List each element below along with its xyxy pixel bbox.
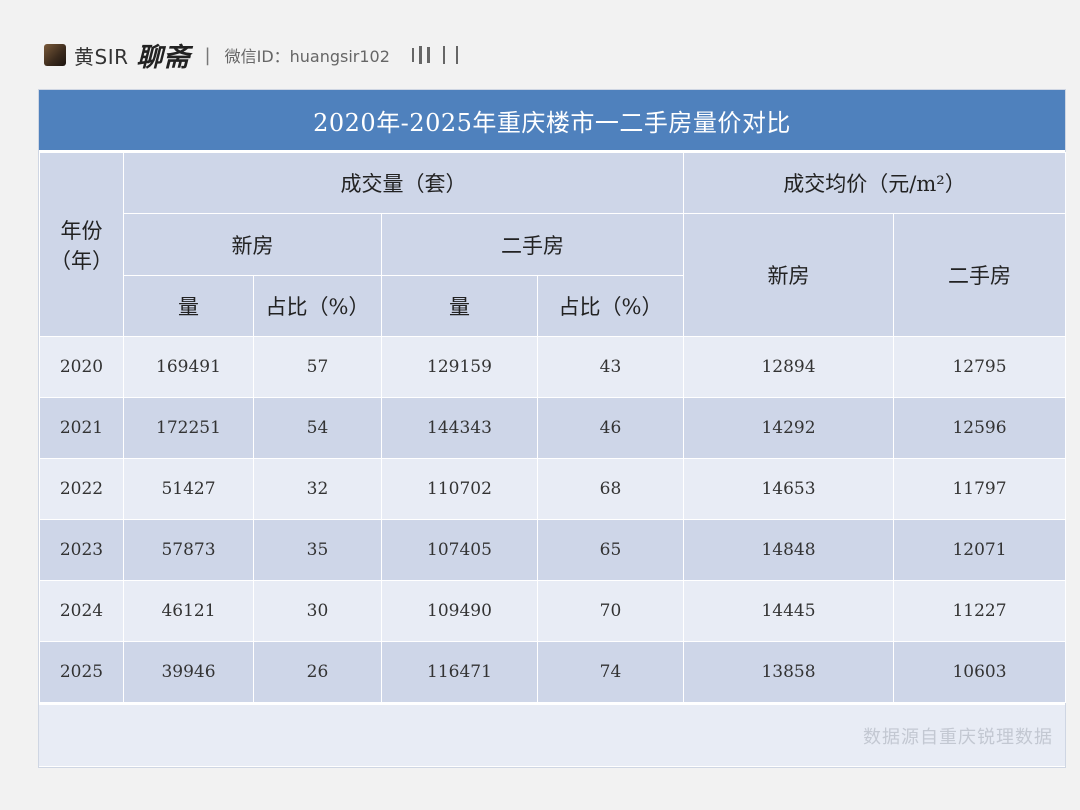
second-price-cell: 11227	[893, 580, 1066, 642]
second-qty-cell: 144343	[381, 397, 538, 459]
price-new-header: 新房	[683, 213, 894, 337]
data-source-note: 数据源自重庆锐理数据	[863, 727, 1053, 748]
price-second-header: 二手房	[893, 213, 1066, 337]
second-share-cell: 65	[537, 519, 684, 581]
new-qty-cell: 39946	[123, 641, 254, 703]
new-qty-cell: 57873	[123, 519, 254, 581]
new-qty-header: 量	[123, 275, 254, 337]
new-price-cell: 14292	[683, 397, 894, 459]
second-qty-cell: 110702	[381, 458, 538, 520]
brand-logo-text: 聊斋	[136, 42, 191, 73]
second-price-cell: 12071	[893, 519, 1066, 581]
new-share-cell: 35	[253, 519, 382, 581]
new-price-cell: 12894	[683, 336, 894, 398]
new-share-cell: 26	[253, 641, 382, 703]
table-row: 2023 57873 35 107405 65 14848 12071	[39, 519, 1066, 581]
brand-name: 黄SIR	[74, 44, 129, 69]
table-row: 2022 51427 32 110702 68 14653 11797	[39, 458, 1066, 520]
table-footer: 数据源自重庆锐理数据	[39, 705, 1065, 766]
year-cell: 2024	[39, 580, 124, 642]
year-cell: 2023	[39, 519, 124, 581]
header-bar: 黄SIR 聊斋 | 微信ID：huangsir102	[44, 38, 458, 73]
second-share-cell: 74	[537, 641, 684, 703]
separator: |	[204, 44, 211, 66]
table-row: 2024 46121 30 109490 70 14445 11227	[39, 580, 1066, 642]
new-price-cell: 14445	[683, 580, 894, 642]
second-qty-cell: 129159	[381, 336, 538, 398]
second-price-cell: 10603	[893, 641, 1066, 703]
table-row: 2021 172251 54 144343 46 14292 12596	[39, 397, 1066, 459]
new-price-cell: 13858	[683, 641, 894, 703]
second-qty-cell: 116471	[381, 641, 538, 703]
new-share-cell: 54	[253, 397, 382, 459]
year-header: 年份 （年）	[39, 152, 124, 337]
avatar	[44, 44, 66, 66]
new-share-cell: 57	[253, 336, 382, 398]
new-qty-cell: 51427	[123, 458, 254, 520]
new-qty-cell: 172251	[123, 397, 254, 459]
new-share-cell: 32	[253, 458, 382, 520]
new-share-header: 占比（%）	[253, 275, 382, 337]
new-price-cell: 14848	[683, 519, 894, 581]
second-price-cell: 11797	[893, 458, 1066, 520]
second-share-header: 占比（%）	[537, 275, 684, 337]
barcode-icon	[411, 46, 458, 64]
year-cell: 2020	[39, 336, 124, 398]
second-share-cell: 46	[537, 397, 684, 459]
price-header: 成交均价（元/m²）	[683, 152, 1066, 214]
volume-new-header: 新房	[123, 213, 382, 276]
year-cell: 2022	[39, 458, 124, 520]
second-price-cell: 12795	[893, 336, 1066, 398]
new-qty-cell: 46121	[123, 580, 254, 642]
second-share-cell: 68	[537, 458, 684, 520]
volume-second-header: 二手房	[381, 213, 684, 276]
second-qty-header: 量	[381, 275, 538, 337]
year-cell: 2021	[39, 397, 124, 459]
new-share-cell: 30	[253, 580, 382, 642]
table-row: 2025 39946 26 116471 74 13858 10603	[39, 641, 1066, 703]
wechat-id: 微信ID：huangsir102	[224, 47, 390, 66]
second-share-cell: 43	[537, 336, 684, 398]
table-row: 2020 169491 57 129159 43 12894 12795	[39, 336, 1066, 398]
table-panel: 2020年-2025年重庆楼市一二手房量价对比 年份 （年） 成交量（套） 成交…	[38, 89, 1066, 768]
second-price-cell: 12596	[893, 397, 1066, 459]
year-cell: 2025	[39, 641, 124, 703]
table-title: 2020年-2025年重庆楼市一二手房量价对比	[39, 90, 1065, 150]
second-share-cell: 70	[537, 580, 684, 642]
new-qty-cell: 169491	[123, 336, 254, 398]
volume-header: 成交量（套）	[123, 152, 684, 214]
new-price-cell: 14653	[683, 458, 894, 520]
comparison-table: 年份 （年） 成交量（套） 成交均价（元/m²） 新房 二手房 新房 二手房 量…	[39, 152, 1066, 703]
second-qty-cell: 107405	[381, 519, 538, 581]
second-qty-cell: 109490	[381, 580, 538, 642]
